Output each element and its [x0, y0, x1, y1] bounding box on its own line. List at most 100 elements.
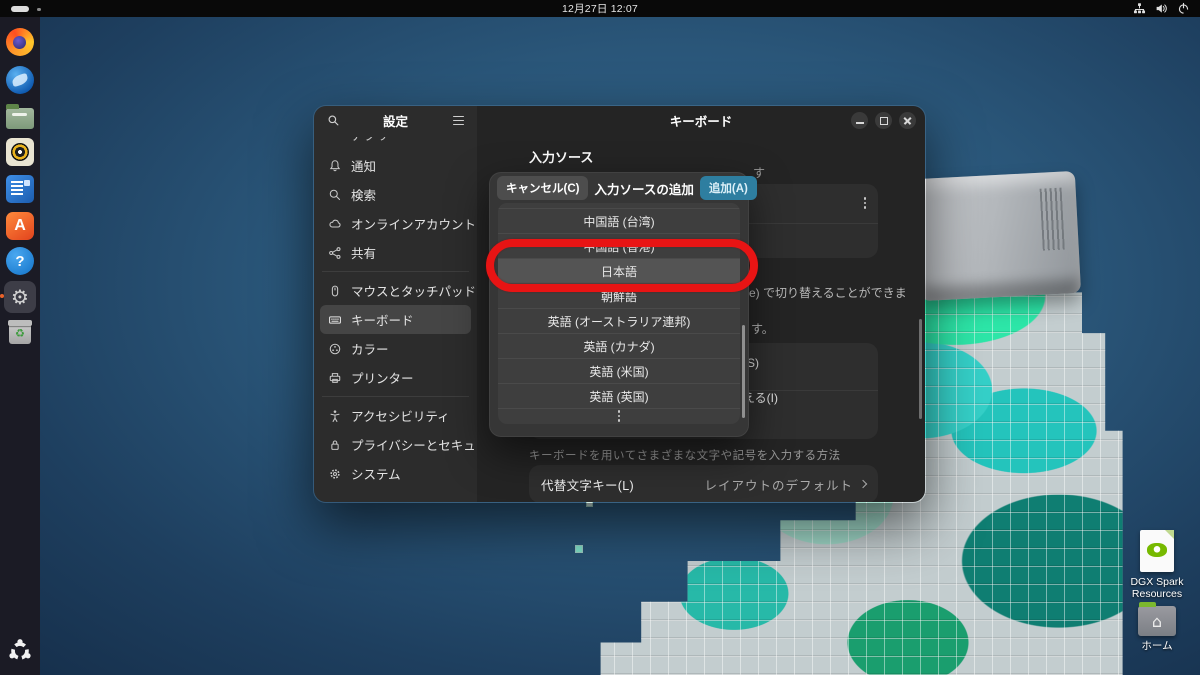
sidebar-item-printers[interactable]: プリンター: [320, 363, 471, 392]
trash-icon: [8, 320, 32, 344]
more-languages-row[interactable]: [498, 408, 740, 423]
search-icon: [329, 189, 341, 200]
mouse-icon: [331, 285, 339, 296]
language-option-english-canada[interactable]: 英語 (カナダ): [498, 333, 740, 358]
top-bar: 12月27日 12:07: [0, 0, 1200, 17]
rhythmbox-icon: [6, 138, 34, 166]
dock-item-libreoffice-writer[interactable]: [6, 175, 34, 203]
switch-hint-fragment-2: す。: [751, 322, 774, 336]
desktop-icon-home[interactable]: ホーム: [1125, 600, 1189, 652]
floating-cube: [575, 545, 583, 553]
sidebar-item-label: オンラインアカウント: [351, 218, 477, 232]
sidebar-item-label: プリンター: [351, 372, 414, 386]
close-button[interactable]: [899, 112, 916, 129]
sidebar-item-label: アプリ: [351, 137, 389, 144]
sidebar-item-system[interactable]: システム: [320, 459, 471, 488]
system-status-area[interactable]: [1133, 0, 1190, 17]
desktop-icon-label: DGX Spark: [1130, 576, 1184, 588]
alternate-characters-row[interactable]: 代替文字キー(L) レイアウトのデフォルト: [529, 465, 878, 502]
dock-item-firefox[interactable]: [6, 28, 34, 56]
sidebar-item-label: 通知: [351, 160, 377, 174]
chevron-right-icon: [858, 479, 868, 489]
add-button[interactable]: 追加(A): [699, 176, 757, 200]
power-icon: [1178, 2, 1189, 14]
dock: ⚙: [0, 17, 40, 675]
language-option-japanese[interactable]: 日本語: [498, 258, 740, 283]
sidebar-item-notifications[interactable]: 通知: [320, 151, 471, 180]
alt-chars-label: 代替文字キー(L): [541, 478, 634, 493]
desktop-icon-label: ホーム: [1141, 640, 1173, 652]
sidebar-list: アプリ 通知 検索 オンラインアカウント 共有: [314, 135, 513, 490]
language-option-english-uk[interactable]: 英語 (英国): [498, 383, 740, 408]
search-icon: [328, 115, 338, 126]
sidebar-item-privacy-security[interactable]: プライバシーとセキュリティ: [320, 430, 513, 459]
dock-item-thunderbird[interactable]: [6, 66, 34, 94]
sidebar-item-online-accounts[interactable]: オンラインアカウント: [320, 209, 476, 238]
dock-item-help[interactable]: [6, 247, 34, 275]
firefox-icon: [6, 28, 34, 56]
bell-icon: [329, 159, 341, 171]
color-icon: [329, 343, 341, 354]
sidebar-item-color[interactable]: カラー: [320, 334, 471, 363]
dock-item-settings-active[interactable]: ⚙: [0, 281, 36, 313]
dock-item-rhythmbox[interactable]: [6, 138, 34, 166]
sidebar-item-accessibility[interactable]: アクセシビリティ: [320, 401, 471, 430]
maximize-button[interactable]: [875, 112, 892, 129]
app-center-icon: [6, 212, 34, 240]
sidebar-item-label: カラー: [351, 343, 389, 357]
printer-icon: [329, 372, 341, 383]
ubuntu-logo-icon: [9, 639, 31, 660]
sidebar-item-label: システム: [351, 468, 401, 482]
language-option-chinese-taiwan[interactable]: 中国語 (台湾): [498, 208, 740, 233]
desktop-icon-label: Resources: [1131, 588, 1183, 601]
sidebar-item-sharing[interactable]: 共有: [320, 238, 471, 267]
sidebar-item-apps-partial[interactable]: アプリ: [320, 137, 471, 149]
sidebar-item-keyboard[interactable]: キーボード: [320, 305, 471, 334]
cancel-button[interactable]: キャンセル(C): [497, 176, 589, 200]
nvidia-document-icon: [1140, 530, 1174, 572]
dialog-scrollbar[interactable]: [742, 325, 745, 418]
sidebar-item-mouse-touchpad[interactable]: マウスとタッチパッド: [320, 276, 476, 305]
sidebar-divider: [322, 396, 469, 397]
sidebar-item-label: 共有: [351, 247, 377, 261]
dock-item-files[interactable]: [6, 104, 34, 133]
input-source-menu-button[interactable]: [863, 197, 866, 209]
language-list: 中国語 (台湾) 中国語 (香港) 日本語 朝鮮語 英語 (オーストラリア連邦)…: [498, 203, 740, 424]
apps-grid-icon: [328, 137, 342, 142]
language-option-english-australia[interactable]: 英語 (オーストラリア連邦): [498, 308, 740, 333]
desktop-icon-dgx-spark-resources[interactable]: DGX Spark Resources: [1125, 530, 1189, 600]
dock-item-trash[interactable]: [6, 318, 34, 346]
language-option-chinese-hongkong[interactable]: 中国語 (香港): [498, 233, 740, 258]
help-icon: [6, 247, 34, 275]
show-apps-button[interactable]: [7, 638, 33, 664]
minimize-button[interactable]: [851, 112, 868, 129]
main-menu-button[interactable]: [449, 112, 467, 130]
app-title: 設定: [382, 115, 408, 129]
dock-item-app-center[interactable]: [6, 212, 34, 240]
thunderbird-icon: [6, 66, 34, 94]
sidebar-item-label: 検索: [351, 189, 377, 203]
hamburger-icon: [452, 115, 464, 126]
dialog-title: 入力ソースの追加: [594, 182, 694, 197]
main-scrollbar[interactable]: [919, 319, 922, 419]
cloud-icon: [329, 219, 341, 227]
sidebar-item-label: アクセシビリティ: [351, 410, 450, 424]
keyboard-icon: [329, 315, 341, 324]
home-folder-icon: [1138, 602, 1176, 636]
add-input-source-dialog: キャンセル(C) 入力ソースの追加 追加(A) 中国語 (台湾) 中国語 (香港…: [489, 172, 757, 437]
nvidia-eye-logo: [1147, 543, 1167, 557]
search-button[interactable]: [324, 112, 342, 130]
dialog-header: キャンセル(C) 入力ソースの追加 追加(A): [490, 173, 757, 203]
system-gear-icon: [330, 468, 340, 479]
dgx-spark-device-art: [914, 170, 1082, 302]
language-option-korean[interactable]: 朝鮮語: [498, 283, 740, 308]
sidebar-item-label: マウスとタッチパッド: [351, 285, 477, 299]
clock[interactable]: 12月27日 12:07: [0, 1, 1200, 16]
share-icon: [329, 246, 341, 259]
language-option-english-us[interactable]: 英語 (米国): [498, 358, 740, 383]
sidebar-item-search[interactable]: 検索: [320, 180, 471, 209]
input-sources-heading: 入力ソース: [529, 150, 594, 165]
desktop-screen: 12月27日 12:07 ⚙ DG: [0, 0, 1200, 675]
network-icon: [1133, 3, 1146, 14]
accessibility-icon: [330, 409, 340, 422]
